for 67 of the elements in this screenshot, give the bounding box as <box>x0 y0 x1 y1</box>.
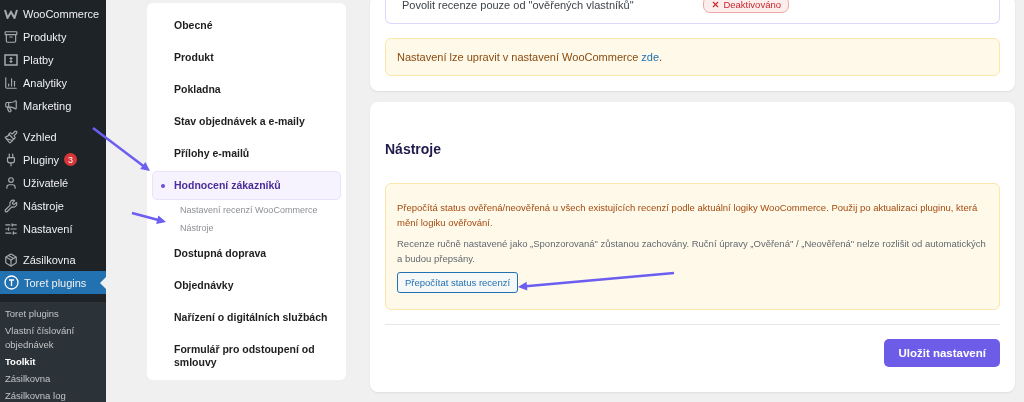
admin-menu-item[interactable]: Platby <box>0 48 106 71</box>
admin-menu-item[interactable]: WooCommerce <box>0 2 106 25</box>
notice-text: Nastavení lze upravit v nastavení WooCommerce zde. <box>397 50 664 65</box>
menu-label: Produkty <box>23 30 67 43</box>
menu-label: WooCommerce <box>23 7 100 20</box>
active-dot-icon <box>161 183 165 188</box>
submenu-item[interactable]: Toolkit <box>5 355 97 369</box>
menu-label: Marketing <box>23 99 72 112</box>
count-badge: 3 <box>64 153 78 166</box>
admin-menu-item[interactable]: Toret plugins <box>0 271 106 294</box>
settings-nav-item[interactable]: Stav objednávek a e-maily <box>152 105 341 137</box>
menu-label: Zásilkovna <box>23 253 76 266</box>
recalculate-button[interactable]: Přepočítat status recenzí <box>397 272 519 293</box>
woo-logo-icon <box>4 8 18 19</box>
settings-nav-item[interactable]: Objednávky <box>152 269 341 301</box>
menu-label: Platby <box>23 53 54 66</box>
settings-nav-item[interactable]: Hodnocení zákazníků <box>152 170 341 200</box>
status-badge: Deaktivováno <box>703 0 789 13</box>
admin-menu-item[interactable]: Uživatelé <box>0 171 106 194</box>
admin-menu-item[interactable]: Zásilkovna <box>0 248 106 271</box>
admin-menu-item[interactable]: Nástroje <box>0 194 106 217</box>
menu-label: Vzhled <box>23 130 57 143</box>
submenu-item[interactable]: Toret plugins <box>5 307 97 321</box>
menu-label: Uživatelé <box>23 176 69 189</box>
warning-text: Přepočítá status ověřená/neověřená u všech existujících recenzí podle aktuální logiky WooCommerce. Použij po aktualizaci pluginu, která mění logiku ověřování. <box>397 201 979 230</box>
settings-subnav-item[interactable]: Nástroje <box>152 219 341 237</box>
menu-label: Nastavení <box>23 222 73 235</box>
save-button[interactable]: Uložit nastavení <box>884 339 1000 367</box>
settings-nav-item[interactable]: Nařízení o digitálních službách <box>152 301 341 333</box>
menu-label: Pluginy <box>23 153 60 166</box>
sliders-icon <box>4 221 18 236</box>
admin-menu-item[interactable]: Vzhled <box>0 125 106 148</box>
close-icon <box>711 0 721 9</box>
megaphone-icon <box>4 98 18 113</box>
toret-logo-icon <box>4 275 19 290</box>
settings-nav-item[interactable]: Přílohy e-mailů <box>152 137 341 169</box>
admin-menu-item[interactable]: Analytiky <box>0 71 106 94</box>
settings-subnav-item[interactable]: Nastavení recenzí WooCommerce <box>152 201 341 219</box>
brush-icon <box>4 129 18 144</box>
user-icon <box>4 175 18 190</box>
submenu-item[interactable]: Zásilkovna log <box>5 389 97 402</box>
admin-menu-item[interactable]: Produkty <box>0 25 106 48</box>
submenu-item[interactable]: Zásilkovna <box>5 372 97 386</box>
admin-menu-item[interactable]: Pluginy 3 <box>0 148 106 171</box>
menu-label: Analytiky <box>23 76 68 89</box>
section-title: Nástroje <box>385 141 443 157</box>
settings-link[interactable]: zde <box>641 51 660 63</box>
note-text: Recenze ručně nastavené jako „Sponzorovaná" zůstanou zachovány. Ruční úpravy „Ověřená" / „Neověřená" nelze rozlišit od automatických a budou přepsány. <box>397 237 987 266</box>
current-caret-icon <box>100 277 106 289</box>
annotation-arrow <box>92 127 150 171</box>
submenu-item[interactable]: Vlastní číslování objednávek <box>5 324 97 352</box>
package-icon <box>4 252 18 267</box>
wrench-icon <box>4 198 18 213</box>
settings-nav-item[interactable]: Dostupná doprava <box>152 237 341 269</box>
bar-chart-icon <box>4 75 18 90</box>
setting-label: Povolit recenze pouze od "ověřených vlastníků" <box>402 0 634 11</box>
plug-icon <box>4 152 18 167</box>
settings-nav-item[interactable]: Formulář pro odstoupení od smlouvy <box>152 333 341 378</box>
menu-label: Toret plugins <box>24 276 87 289</box>
archive-icon <box>4 29 18 44</box>
admin-menu-item[interactable]: Nastavení <box>0 217 106 240</box>
annotation-arrow <box>131 211 166 224</box>
settings-nav-item[interactable]: Obecné <box>152 9 341 41</box>
settings-nav-item[interactable]: Produkt <box>152 41 341 73</box>
menu-label: Nástroje <box>23 199 64 212</box>
settings-nav-item[interactable]: Pokladna <box>152 73 341 105</box>
admin-menu-item[interactable]: Marketing <box>0 94 106 117</box>
